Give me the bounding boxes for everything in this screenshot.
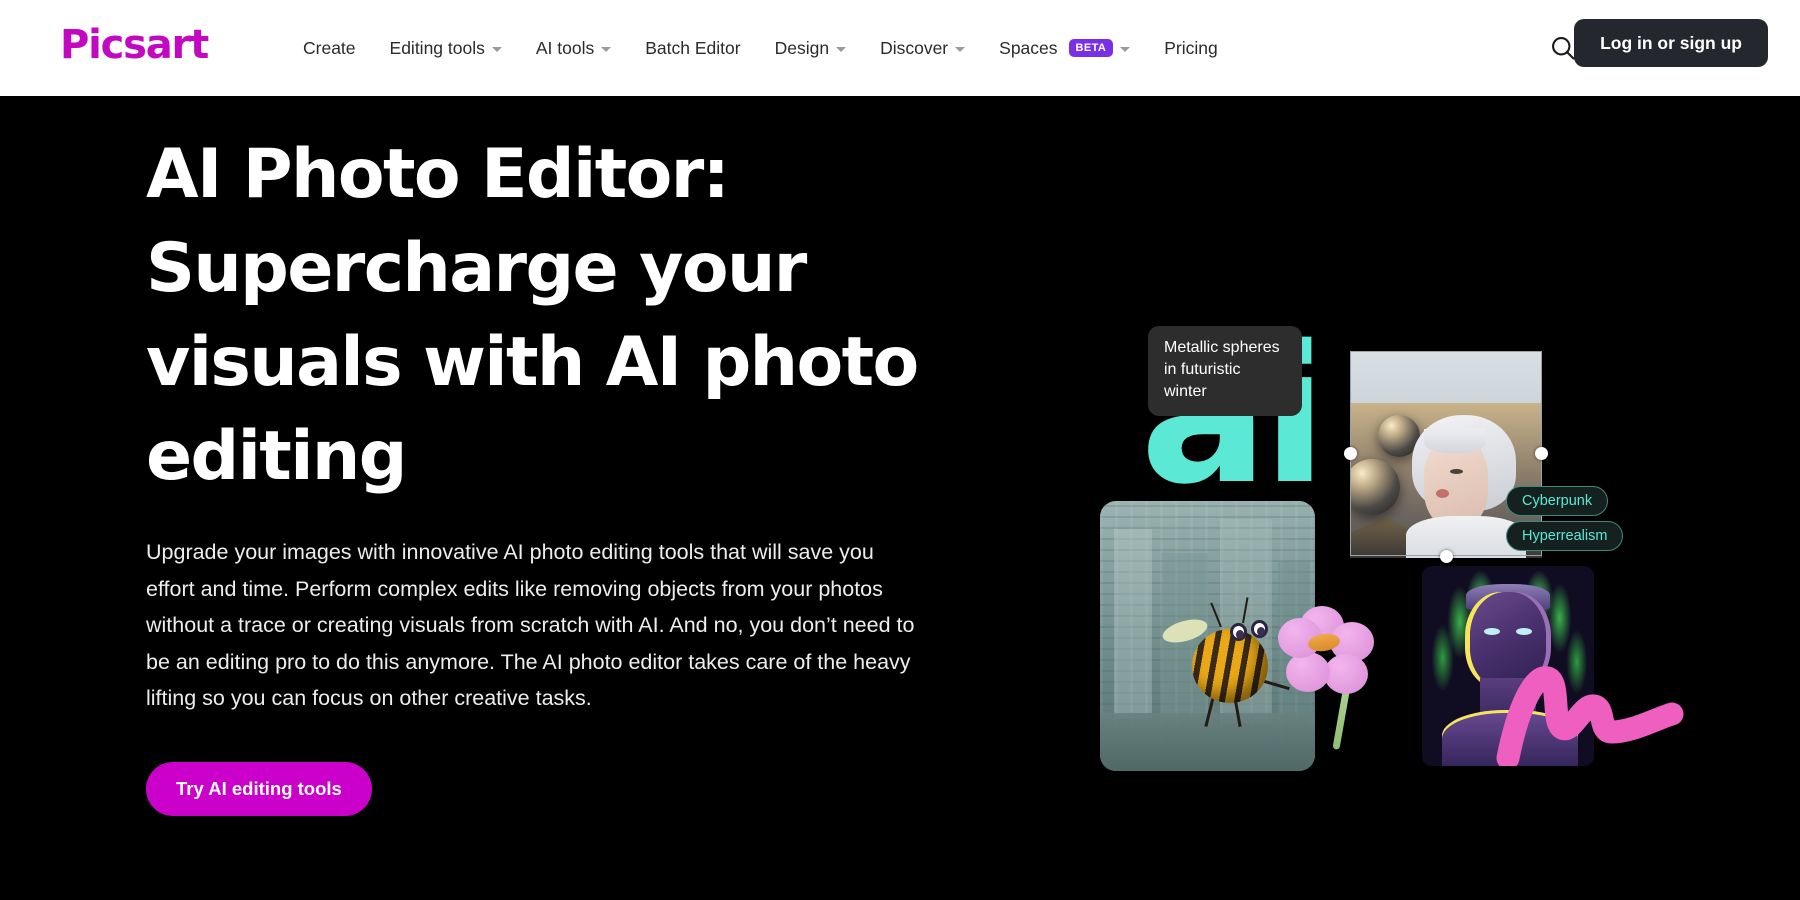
search-icon	[1552, 37, 1575, 60]
page-title: AI Photo Editor: Supercharge your visual…	[146, 135, 919, 496]
main-navigation: Create Editing tools AI tools Batch Edit…	[286, 0, 1235, 96]
nav-label: Discover	[880, 37, 949, 58]
building-shape	[1114, 529, 1152, 719]
chevron-down-icon	[601, 47, 612, 52]
pink-brush-stroke	[1496, 666, 1684, 766]
pink-flower-image[interactable]	[1278, 606, 1398, 750]
resize-handle-right[interactable]	[1535, 447, 1548, 460]
hero-text-column: AI Photo Editor: Supercharge your visual…	[146, 128, 946, 816]
hero-description: Upgrade your images with innovative AI p…	[146, 540, 915, 710]
chevron-down-icon	[491, 47, 502, 52]
nav-item-batch-editor[interactable]: Batch Editor	[628, 0, 757, 96]
login-signup-button[interactable]: Log in or sign up	[1574, 19, 1768, 67]
nav-label: Create	[303, 37, 356, 58]
nav-item-design[interactable]: Design	[758, 0, 863, 96]
nav-label: AI tools	[535, 37, 595, 58]
tag-hyperrealism[interactable]: Hyperrealism	[1506, 521, 1624, 551]
chevron-down-icon	[836, 47, 847, 52]
nav-label: Design	[774, 37, 830, 58]
nav-item-pricing[interactable]: Pricing	[1147, 0, 1235, 96]
chevron-down-icon	[955, 47, 966, 52]
eye-shape	[1484, 628, 1500, 635]
hero-collage: ai	[1060, 236, 1700, 876]
resize-handle-left[interactable]	[1344, 447, 1357, 460]
beta-badge: BETA	[1068, 39, 1114, 57]
nav-label: Spaces	[999, 37, 1058, 58]
nav-item-discover[interactable]: Discover	[863, 0, 982, 96]
tag-cyberpunk[interactable]: Cyberpunk	[1506, 486, 1609, 516]
nav-label: Pricing	[1164, 37, 1218, 58]
site-header: Picsart Create Editing tools AI tools Ba…	[0, 0, 1800, 96]
chevron-down-icon	[1120, 47, 1131, 52]
flower-petal	[1324, 654, 1368, 694]
nav-item-ai-tools[interactable]: AI tools	[519, 0, 628, 96]
hero-section: AI Photo Editor: Supercharge your visual…	[0, 96, 1800, 900]
bee-eye	[1230, 623, 1247, 641]
nav-item-create[interactable]: Create	[286, 0, 373, 96]
picsart-logo[interactable]: Picsart	[60, 22, 209, 68]
nav-item-editing-tools[interactable]: Editing tools	[373, 0, 519, 96]
eye-shape	[1516, 628, 1532, 635]
nav-item-spaces[interactable]: Spaces BETA	[982, 0, 1147, 96]
bee-eye	[1251, 620, 1268, 638]
nav-label: Batch Editor	[645, 37, 741, 58]
prompt-tooltip: Metallic spheres in futuristic winter	[1148, 326, 1302, 416]
nav-label: Editing tools	[389, 37, 485, 58]
bee-body	[1192, 629, 1268, 703]
resize-handle-bottom[interactable]	[1440, 550, 1453, 563]
try-ai-editing-tools-button[interactable]: Try AI editing tools	[146, 761, 372, 816]
flower-petal	[1286, 652, 1330, 692]
